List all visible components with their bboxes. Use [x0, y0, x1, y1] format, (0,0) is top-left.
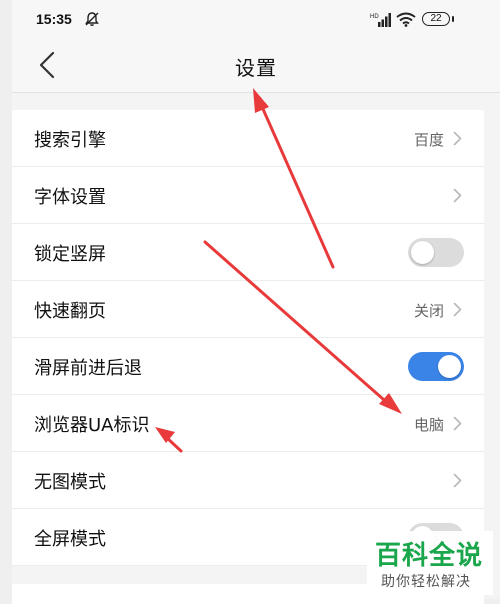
setting-toggle[interactable]: [408, 352, 464, 381]
setting-row[interactable]: 快速翻页 关闭: [12, 281, 484, 338]
toggle-knob: [411, 241, 434, 264]
setting-label: 滑屏前进后退: [34, 358, 142, 379]
setting-label: 快速翻页: [34, 301, 106, 322]
setting-row[interactable]: 字体设置: [12, 167, 484, 224]
setting-toggle[interactable]: [408, 238, 464, 267]
setting-row[interactable]: 锁定竖屏: [12, 224, 484, 281]
signal-icon: HD: [370, 13, 391, 27]
status-bar: 15:35 HD 22: [12, 0, 500, 40]
setting-row[interactable]: 搜索引擎 百度: [12, 110, 484, 167]
bell-off-icon: [85, 12, 99, 26]
setting-label: 全屏模式: [34, 529, 106, 550]
chevron-right-icon: [453, 131, 462, 146]
battery-tip: [452, 16, 454, 22]
page-title: 设置: [235, 56, 277, 80]
watermark-subtitle: 助你轻松解决: [381, 574, 471, 590]
setting-label: 锁定竖屏: [34, 244, 106, 265]
setting-value: 百度: [413, 131, 444, 149]
setting-row[interactable]: 浏览器UA标识 电脑: [12, 395, 484, 452]
setting-label: 搜索引擎: [34, 130, 106, 151]
battery-icon: 22: [422, 12, 450, 26]
wifi-icon: [396, 12, 416, 27]
watermark-logo: 百科全说 助你轻松解决: [367, 531, 493, 595]
settings-screen: 15:35 HD 22 设置 搜索引擎 百度字体设置锁定竖屏快速翻页 关闭滑屏前进后…: [12, 0, 500, 604]
setting-label: 字体设置: [34, 187, 106, 208]
svg-text:HD: HD: [370, 14, 379, 20]
setting-label: 浏览器UA标识: [34, 415, 150, 436]
setting-label: 无图模式: [34, 472, 106, 493]
toggle-knob: [438, 355, 461, 378]
setting-row[interactable]: 滑屏前进后退: [12, 338, 484, 395]
setting-row[interactable]: 无图模式: [12, 452, 484, 509]
setting-value: 电脑: [413, 416, 444, 434]
setting-value: 关闭: [413, 302, 444, 320]
settings-list: 搜索引擎 百度字体设置锁定竖屏快速翻页 关闭滑屏前进后退 浏览器UA标识 电脑无图模式全…: [12, 110, 484, 566]
nav-bar: 设置: [12, 40, 500, 93]
chevron-right-icon: [453, 416, 462, 431]
chevron-right-icon: [453, 188, 462, 203]
chevron-right-icon: [453, 302, 462, 317]
chevron-right-icon: [453, 473, 462, 488]
status-time: 15:35: [36, 11, 72, 27]
watermark-title: 百科全说: [375, 541, 484, 571]
